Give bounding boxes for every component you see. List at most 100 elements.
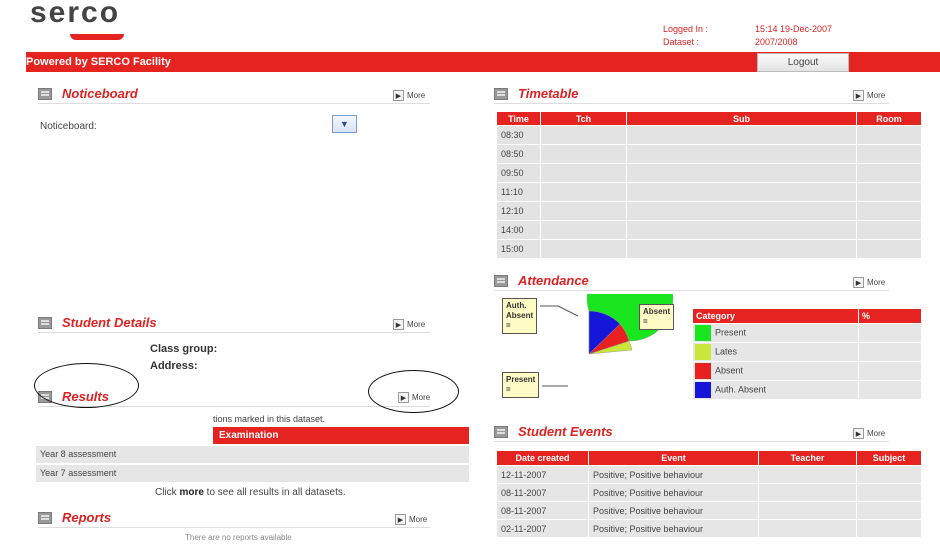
table-row[interactable]: 08-11-2007 Positive; Positive behaviour (496, 501, 922, 520)
legend-swatch (695, 325, 711, 341)
time-cell: 14:00 (496, 220, 541, 240)
table-row[interactable]: 02-11-2007 Positive; Positive behaviour (496, 519, 922, 538)
attendance-title: Attendance (518, 273, 589, 288)
attendance-legend-table: Category % Present Lates Absent Auth. Ab… (692, 308, 922, 400)
more-arrow-icon: ▶ (393, 90, 404, 101)
reports-header: Reports (38, 510, 111, 525)
legend-header-category: Category (692, 308, 859, 324)
student-events-title: Student Events (518, 424, 613, 439)
section-icon (494, 274, 508, 287)
serco-logo: serco (30, 0, 121, 29)
noticeboard-title: Noticeboard (62, 86, 138, 101)
noticeboard-dropdown[interactable]: ▼ (332, 115, 357, 133)
time-cell: 08:30 (496, 125, 541, 145)
legend-row: Lates (692, 342, 922, 362)
col-header-date: Date created (496, 450, 589, 466)
class-group-label: Class group: (150, 343, 218, 355)
more-label: More (407, 320, 426, 329)
section-icon (494, 87, 508, 100)
section-icon (494, 425, 508, 438)
noticeboard-header: Noticeboard (38, 86, 138, 101)
time-cell: 08:50 (496, 144, 541, 164)
dataset-label: Dataset : (663, 37, 700, 47)
dataset-value: 2007/2008 (755, 37, 798, 47)
callout-leader (557, 305, 579, 317)
results-info-text: tions marked in this dataset. (213, 414, 326, 424)
col-header-tch: Tch (540, 111, 627, 126)
student-details-header: Student Details (38, 315, 157, 330)
student-details-title: Student Details (62, 315, 157, 330)
more-label: More (867, 429, 886, 438)
reports-info-text: There are no reports available (185, 533, 292, 542)
examination-column-header: Examination (213, 427, 469, 444)
section-divider (38, 103, 430, 104)
section-divider (38, 332, 430, 333)
table-row: 12:10 (496, 201, 922, 221)
timetable-table: Time Tch Sub Room 08:30 08:50 09:50 11:1… (496, 111, 922, 259)
legend-label: Lates (715, 346, 738, 357)
table-row[interactable]: 08-11-2007 Positive; Positive behaviour (496, 483, 922, 502)
highlight-circle-more (368, 370, 459, 413)
time-cell: 12:10 (496, 201, 541, 221)
reports-more-link[interactable]: ▶ More (395, 514, 427, 525)
top-header: serco Logged In : 15:14 19-Dec-2007 Datas… (0, 0, 940, 52)
time-cell: 09:50 (496, 163, 541, 183)
noticeboard-more-link[interactable]: ▶ More (393, 90, 425, 101)
noticeboard-label: Noticeboard: (40, 121, 97, 132)
attendance-more-link[interactable]: ▶ More (853, 277, 885, 288)
student-events-more-link[interactable]: ▶ More (853, 428, 885, 439)
reports-title: Reports (62, 510, 112, 525)
student-details-more-link[interactable]: ▶ More (393, 319, 425, 330)
legend-swatch (695, 382, 711, 398)
legend-row: Absent (692, 361, 922, 381)
section-icon (38, 87, 52, 100)
legend-row: Auth. Absent (692, 380, 922, 400)
more-arrow-icon: ▶ (853, 277, 864, 288)
logout-button[interactable]: Logout (757, 53, 849, 72)
more-arrow-icon: ▶ (393, 319, 404, 330)
table-row: 15:00 (496, 239, 922, 259)
col-header-time: Time (496, 111, 541, 126)
more-arrow-icon: ▶ (853, 90, 864, 101)
table-row[interactable]: 12-11-2007 Positive; Positive behaviour (496, 465, 922, 484)
time-cell: 15:00 (496, 239, 541, 259)
note-more-word: more (179, 487, 204, 498)
legend-label: Absent (715, 365, 744, 376)
more-label: More (867, 91, 886, 100)
table-row: 08:50 (496, 144, 922, 164)
more-arrow-icon: ▶ (395, 514, 406, 525)
section-divider (494, 290, 889, 291)
legend-swatch (695, 363, 711, 379)
student-events-header: Student Events (494, 424, 613, 439)
callout-absent: Absent = (639, 304, 675, 330)
powered-by-text: Powered by SERCO Facility (26, 56, 171, 68)
timetable-more-link[interactable]: ▶ More (853, 90, 885, 101)
legend-label: Present (715, 327, 747, 338)
logo-swoosh (70, 34, 124, 40)
callout-auth-absent: Auth. Absent = (502, 298, 538, 334)
col-header-event: Event (588, 450, 759, 466)
results-row[interactable]: Year 8 assessment (36, 446, 469, 463)
more-arrow-icon: ▶ (853, 428, 864, 439)
address-label: Address: (150, 360, 198, 372)
note-suffix: to see all results in all datasets. (203, 487, 346, 498)
time-cell: 11:10 (496, 182, 541, 202)
results-row[interactable]: Year 7 assessment (36, 465, 469, 482)
section-divider (494, 103, 889, 104)
chevron-down-icon: ▼ (340, 119, 349, 129)
table-row: 11:10 (496, 182, 922, 202)
section-icon (38, 316, 52, 329)
highlight-circle-results (34, 363, 139, 408)
logged-in-value: 15:14 19-Dec-2007 (755, 24, 833, 34)
section-icon (38, 511, 52, 524)
results-note: Click more to see all results in all dat… (155, 487, 346, 498)
col-header-teacher: Teacher (758, 450, 857, 466)
legend-swatch (695, 344, 711, 360)
legend-header-percent: % (858, 308, 922, 324)
section-divider (494, 441, 889, 442)
table-row: 09:50 (496, 163, 922, 183)
timetable-header: Timetable (494, 86, 578, 101)
login-info: Logged In : 15:14 19-Dec-2007 Dataset : 20… (663, 23, 832, 49)
callout-present: Present = (502, 372, 540, 398)
legend-label: Auth. Absent (715, 384, 767, 395)
